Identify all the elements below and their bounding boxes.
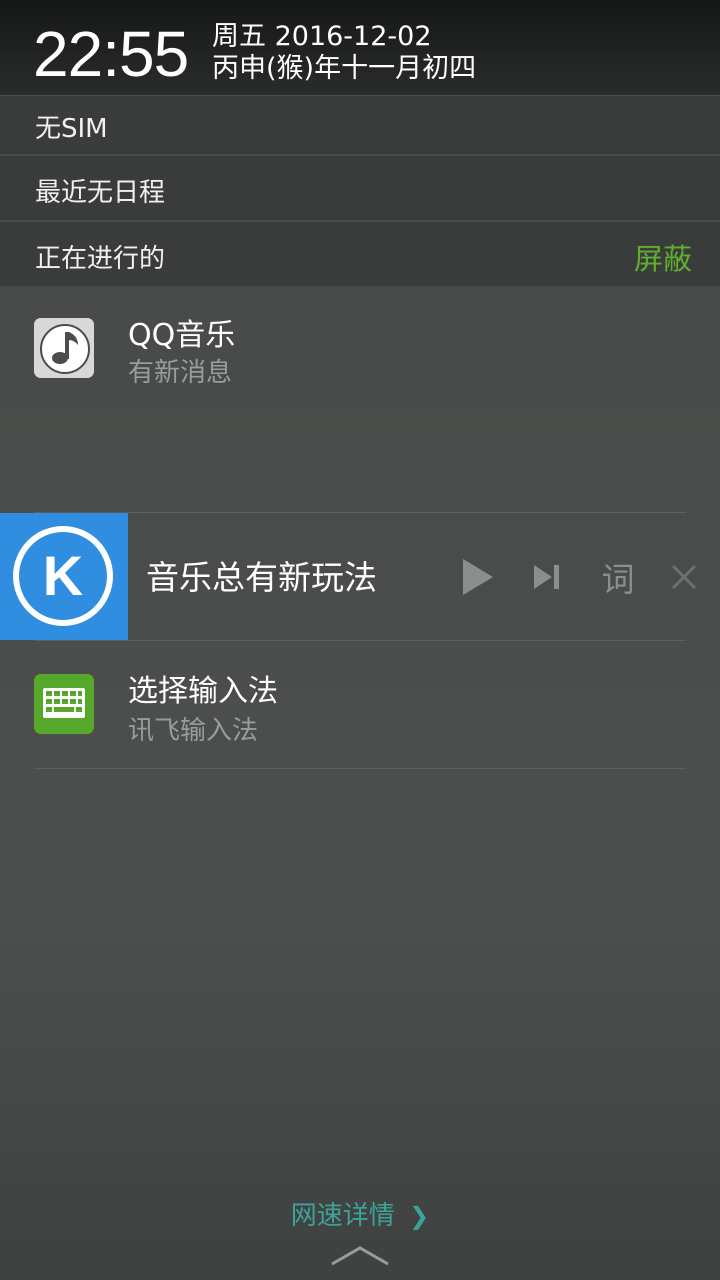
qq-music-icon	[34, 318, 94, 378]
clock[interactable]: 22:55	[33, 18, 189, 90]
chevron-up-icon	[331, 1246, 389, 1266]
kugou-logo-letter: K	[43, 544, 83, 607]
collapse-handle[interactable]	[330, 1240, 390, 1270]
notification-input-method[interactable]: 选择输入法 讯飞输入法	[0, 641, 720, 768]
music-player-title: 音乐总有新玩法	[146, 558, 377, 597]
next-track-icon	[534, 564, 559, 589]
notification-text: 讯飞输入法	[128, 716, 259, 746]
keyboard-icon	[34, 674, 94, 734]
sim-status-row: 无SIM	[0, 95, 720, 154]
music-player-notification[interactable]: K 音乐总有新玩法 词	[0, 513, 720, 640]
play-icon	[463, 558, 493, 595]
close-icon	[671, 564, 697, 589]
calendar-status-text: 最近无日程	[35, 178, 166, 208]
network-details-label: 网速详情	[290, 1201, 395, 1231]
ongoing-label: 正在进行的	[35, 244, 166, 274]
lyrics-label: 词	[601, 559, 635, 599]
calendar-row[interactable]: 最近无日程	[0, 155, 720, 220]
divider	[34, 768, 686, 769]
notification-title: QQ音乐	[128, 318, 236, 353]
notification-qq-music[interactable]: QQ音乐 有新消息	[0, 285, 720, 513]
ongoing-header: 正在进行的 屏蔽	[0, 221, 720, 286]
close-player-button[interactable]	[662, 513, 706, 640]
chevron-right-icon: ❯	[409, 1202, 430, 1230]
play-button[interactable]	[452, 513, 502, 640]
notification-title: 选择输入法	[128, 674, 278, 709]
date-line[interactable]: 周五 2016-12-02	[212, 20, 432, 54]
lunar-date-line: 丙申(猴)年十一月初四	[212, 53, 477, 84]
notification-text: 有新消息	[128, 358, 233, 388]
next-track-button[interactable]	[522, 513, 572, 640]
kugou-logo: K	[0, 513, 128, 640]
lyrics-button[interactable]: 词	[592, 513, 644, 640]
network-details-link[interactable]: 网速详情 ❯	[0, 1195, 720, 1232]
sim-status-text: 无SIM	[35, 114, 108, 144]
mask-button[interactable]: 屏蔽	[634, 236, 692, 278]
status-header: 22:55 周五 2016-12-02 丙申(猴)年十一月初四	[0, 0, 720, 95]
